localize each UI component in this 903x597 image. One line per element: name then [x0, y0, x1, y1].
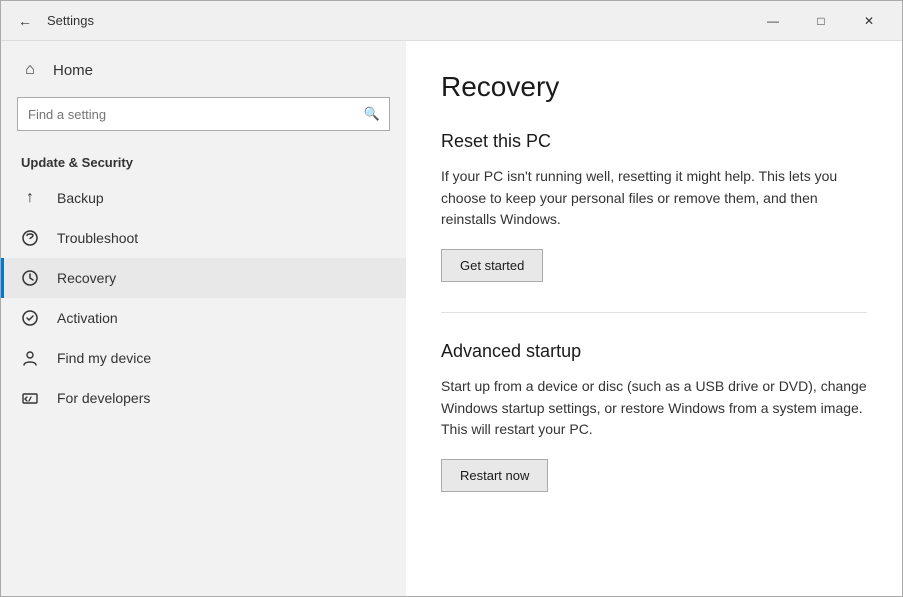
sidebar-item-label: Find my device	[57, 350, 151, 366]
page-title: Recovery	[441, 71, 867, 103]
sidebar-item-for-developers[interactable]: For developers	[1, 378, 406, 418]
get-started-button[interactable]: Get started	[441, 249, 543, 282]
home-icon: ⌂	[21, 61, 39, 79]
search-icon: 🔍	[364, 106, 380, 122]
reset-pc-description: If your PC isn't running well, resetting…	[441, 166, 867, 231]
sidebar-item-label: Activation	[57, 310, 118, 326]
back-icon: ←	[18, 13, 32, 29]
sidebar-home-label: Home	[53, 62, 93, 79]
maximize-button[interactable]: □	[798, 5, 844, 37]
search-input[interactable]	[17, 97, 390, 131]
sidebar-section-title: Update & Security	[1, 139, 406, 178]
troubleshoot-icon	[21, 229, 39, 247]
main-content: Recovery Reset this PC If your PC isn't …	[406, 41, 902, 596]
back-button[interactable]: ←	[11, 7, 39, 35]
section-divider	[441, 312, 867, 313]
find-device-icon	[21, 349, 39, 367]
sidebar-item-label: Recovery	[57, 270, 116, 286]
activation-icon	[21, 309, 39, 327]
content-area: ⌂ Home 🔍 Update & Security ↑ Backup	[1, 41, 902, 596]
sidebar-search-container: 🔍	[17, 97, 390, 131]
sidebar-item-find-my-device[interactable]: Find my device	[1, 338, 406, 378]
close-button[interactable]: ✕	[846, 5, 892, 37]
sidebar-item-backup[interactable]: ↑ Backup	[1, 178, 406, 218]
recovery-icon	[21, 269, 39, 287]
maximize-icon: □	[817, 14, 824, 28]
titlebar: ← Settings — □ ✕	[1, 1, 902, 41]
minimize-icon: —	[767, 14, 779, 28]
sidebar: ⌂ Home 🔍 Update & Security ↑ Backup	[1, 41, 406, 596]
titlebar-controls: — □ ✕	[750, 5, 892, 37]
sidebar-item-label: Troubleshoot	[57, 230, 138, 246]
advanced-startup-title: Advanced startup	[441, 341, 867, 362]
minimize-button[interactable]: —	[750, 5, 796, 37]
restart-now-button[interactable]: Restart now	[441, 459, 548, 492]
sidebar-item-label: For developers	[57, 390, 150, 406]
sidebar-item-recovery[interactable]: Recovery	[1, 258, 406, 298]
sidebar-item-home[interactable]: ⌂ Home	[1, 51, 406, 89]
sidebar-item-activation[interactable]: Activation	[1, 298, 406, 338]
titlebar-title: Settings	[47, 13, 750, 28]
sidebar-item-troubleshoot[interactable]: Troubleshoot	[1, 218, 406, 258]
reset-pc-title: Reset this PC	[441, 131, 867, 152]
developers-icon	[21, 389, 39, 407]
settings-window: ← Settings — □ ✕ ⌂ Home 🔍	[0, 0, 903, 597]
backup-icon: ↑	[21, 189, 39, 207]
sidebar-item-label: Backup	[57, 190, 104, 206]
advanced-startup-description: Start up from a device or disc (such as …	[441, 376, 867, 441]
close-icon: ✕	[864, 14, 874, 28]
